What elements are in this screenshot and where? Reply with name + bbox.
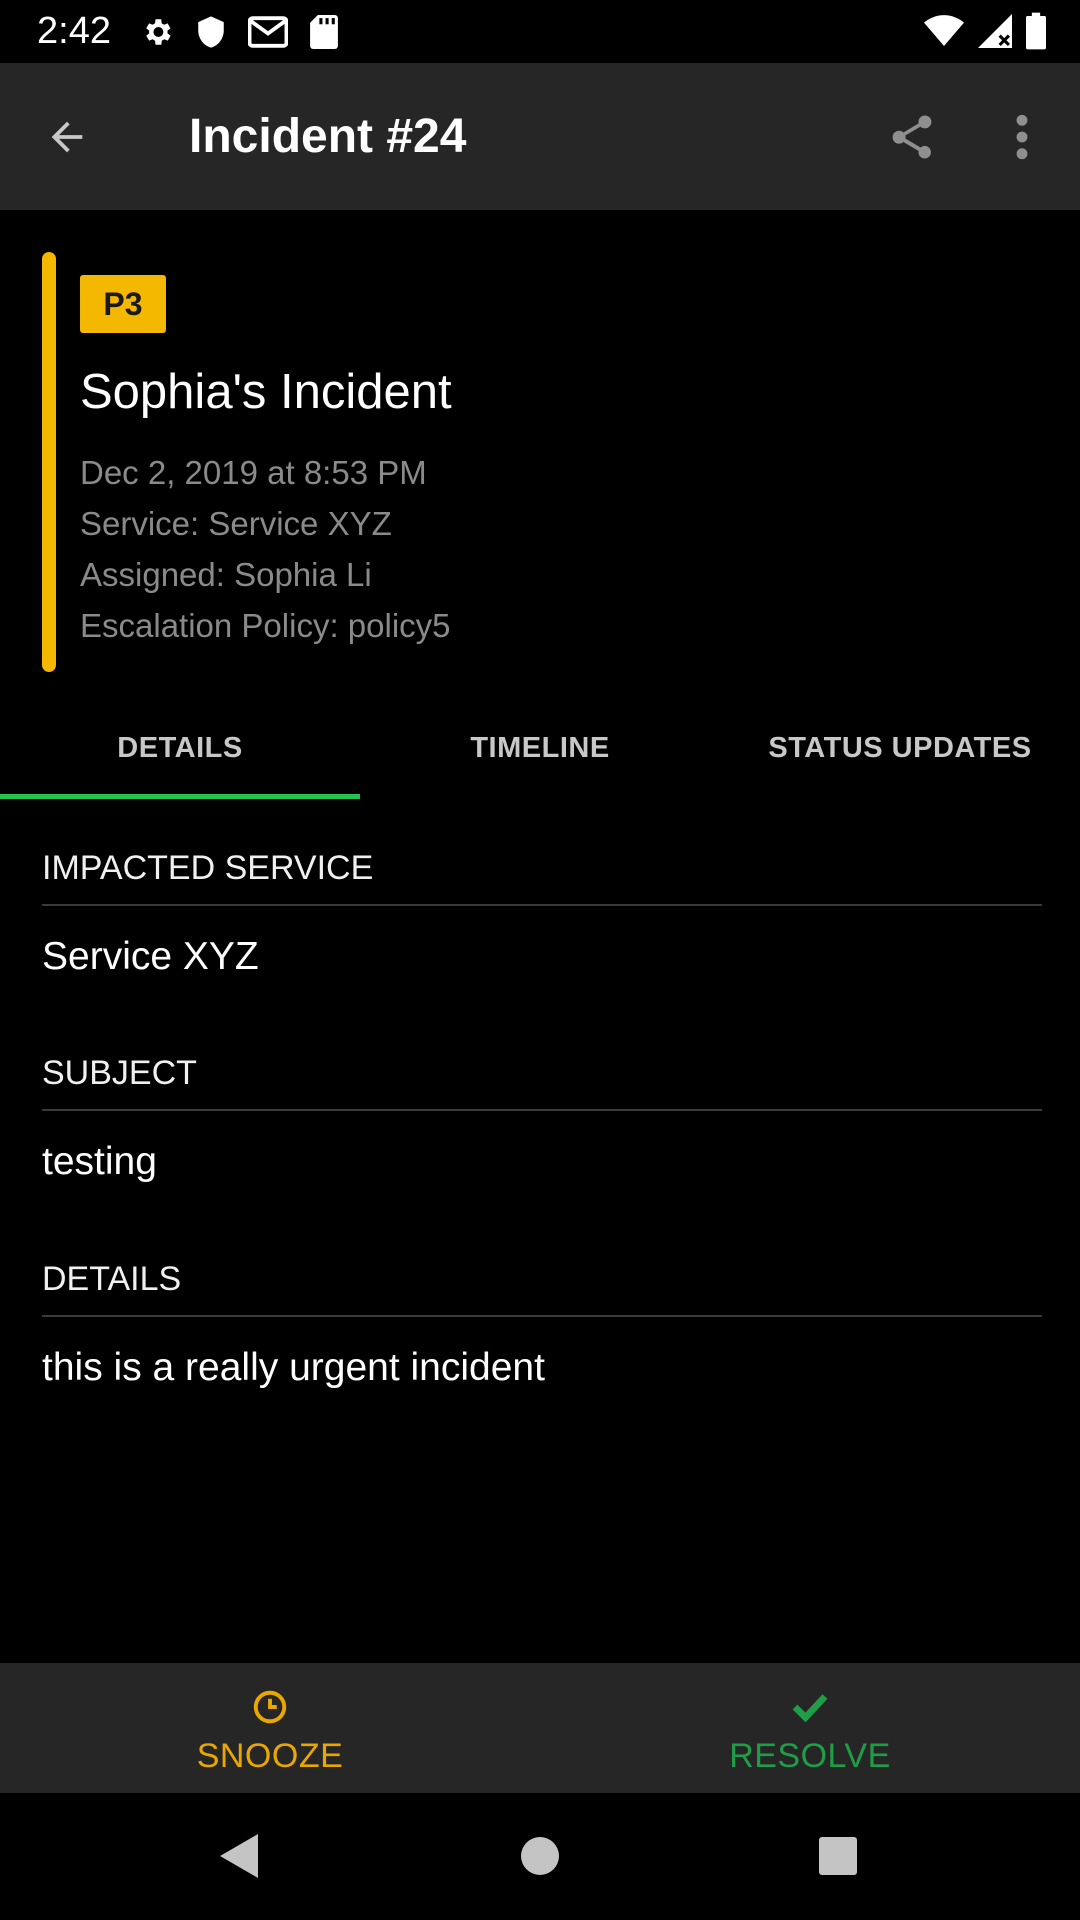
sd-card-icon — [310, 15, 338, 49]
resolve-label: RESOLVE — [729, 1737, 891, 1775]
nav-home-button[interactable] — [500, 1823, 580, 1889]
subject-label: SUBJECT — [42, 1054, 197, 1092]
incident-screen: 2:42 Incident #24 P3 Sophia's Incident D… — [0, 0, 1080, 1920]
arrow-back-icon — [51, 121, 83, 153]
incident-service: Service: Service XYZ — [80, 505, 392, 542]
more-vert-icon — [1016, 114, 1028, 160]
tab-bar: DETAILS TIMELINE STATUS UPDATES — [0, 700, 1080, 800]
tab-details[interactable]: DETAILS — [0, 700, 360, 796]
snooze-button[interactable]: SNOOZE — [0, 1663, 540, 1793]
section-divider — [42, 904, 1042, 906]
nav-back-button[interactable] — [200, 1823, 280, 1889]
tab-status-updates[interactable]: STATUS UPDATES — [720, 700, 1080, 796]
page-title: Incident #24 — [189, 110, 467, 163]
incident-assigned: Assigned: Sophia Li — [80, 556, 372, 593]
details-value: this is a really urgent incident — [42, 1346, 545, 1389]
share-icon — [892, 115, 932, 159]
nav-home-icon — [521, 1837, 559, 1875]
nav-back-icon — [220, 1834, 258, 1878]
status-bar: 2:42 — [0, 0, 1080, 63]
clock-icon — [0, 1687, 540, 1727]
signal-icon — [978, 14, 1012, 48]
tab-timeline[interactable]: TIMELINE — [360, 700, 720, 796]
status-time: 2:42 — [37, 10, 111, 52]
nav-recents-button[interactable] — [798, 1823, 878, 1889]
incident-datetime: Dec 2, 2019 at 8:53 PM — [80, 454, 427, 491]
navigation-bar — [0, 1793, 1080, 1920]
impacted-service-label: IMPACTED SERVICE — [42, 849, 374, 887]
gear-icon — [140, 15, 174, 49]
resolve-button[interactable]: RESOLVE — [540, 1663, 1080, 1793]
battery-icon — [1026, 12, 1046, 50]
shield-icon — [196, 15, 226, 49]
gmail-icon — [248, 16, 288, 48]
section-divider — [42, 1315, 1042, 1317]
action-bar: SNOOZE RESOLVE — [0, 1663, 1080, 1793]
priority-badge: P3 — [80, 275, 166, 333]
share-button[interactable] — [884, 108, 940, 166]
incident-escalation-policy: Escalation Policy: policy5 — [80, 607, 451, 644]
subject-value: testing — [42, 1140, 157, 1183]
app-bar: Incident #24 — [0, 63, 1080, 210]
incident-name: Sophia's Incident — [80, 365, 452, 419]
status-icons-right — [924, 12, 1046, 50]
snooze-label: SNOOZE — [196, 1737, 344, 1775]
back-button[interactable] — [38, 108, 96, 166]
nav-recents-icon — [819, 1837, 857, 1875]
wifi-icon — [924, 15, 964, 47]
details-label: DETAILS — [42, 1260, 182, 1298]
section-divider — [42, 1109, 1042, 1111]
check-icon — [540, 1687, 1080, 1727]
more-options-button[interactable] — [1004, 108, 1040, 166]
impacted-service-value: Service XYZ — [42, 935, 259, 978]
tab-indicator — [0, 794, 360, 799]
priority-stripe — [42, 252, 56, 672]
status-icons-left — [140, 14, 338, 50]
